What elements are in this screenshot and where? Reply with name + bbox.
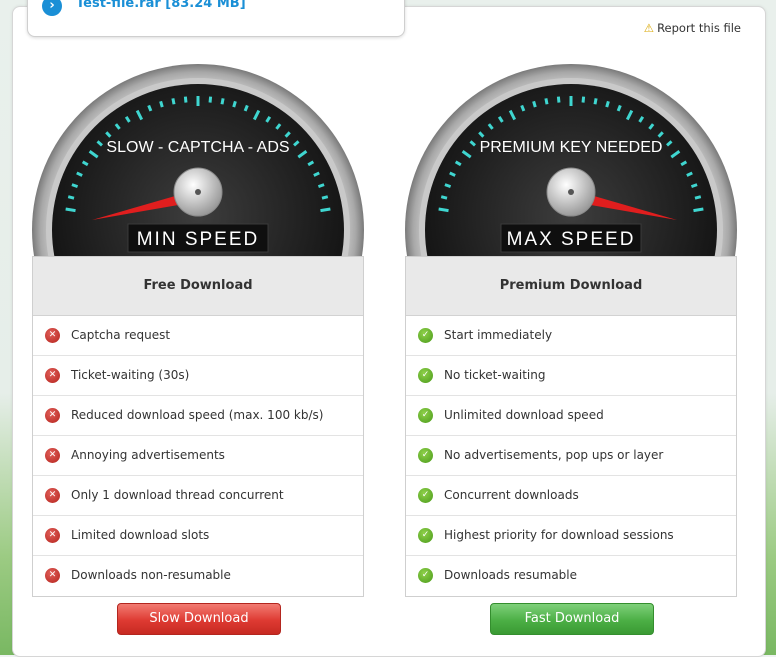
list-item: ✕ Limited download slots [33,516,363,556]
gauge-label: MIN SPEED [137,229,260,250]
gauge-tick [321,195,329,200]
check-circle-icon: ✓ [418,368,433,383]
gauge-caption: SLOW - CAPTCHA - ADS [106,139,289,156]
x-circle-icon: ✕ [45,448,60,463]
gauge-tick [693,207,704,213]
list-item: ✕ Ticket-waiting (30s) [33,356,363,396]
file-header: › Test-file.rar [83.24 MB] [27,0,405,37]
free-column: SLOW - CAPTCHA - ADS MIN SPEED Free Down… [32,0,364,655]
list-item: ✕ Annoying advertisements [33,436,363,476]
premium-download-title: Premium Download [406,257,736,316]
gauge-caption: PREMIUM KEY NEEDED [480,139,663,156]
gauge-tick [171,98,176,105]
x-circle-icon: ✕ [45,408,60,423]
gauge-tick [690,183,698,189]
x-circle-icon: ✕ [45,368,60,383]
gauge-tick [544,98,549,105]
list-item: ✓ Highest priority for download sessions [406,516,736,556]
free-download-title: Free Download [33,257,363,316]
gauge-tick [593,98,598,105]
gauge-tick [440,195,448,200]
gauge-tick [438,207,449,213]
gauge-tick [520,104,526,112]
x-circle-icon: ✕ [45,328,60,343]
gauge-tick [159,100,164,108]
list-item: ✕ Captcha request [33,316,363,356]
gauge-tick [243,104,249,112]
gauge-tick [616,104,622,112]
x-circle-icon: ✕ [45,568,60,583]
gauge-tick [581,96,586,103]
gauge-tick [183,96,188,103]
gauge-tick [444,183,452,189]
list-item: ✓ No advertisements, pop ups or layer [406,436,736,476]
check-circle-icon: ✓ [418,488,433,503]
gauge-tick [232,100,237,108]
gauge-tick [67,195,75,200]
gauge-tick [147,104,153,112]
x-circle-icon: ✕ [45,528,60,543]
max-speed-gauge: PREMIUM KEY NEEDED MAX SPEED [405,62,737,258]
gauge-tick [65,207,76,213]
free-features-table: Free Download ✕ Captcha request ✕ Ticket-w… [32,256,364,597]
list-item: ✓ No ticket-waiting [406,356,736,396]
slow-download-button[interactable]: Slow Download [117,603,281,635]
chevron-right-icon[interactable]: › [42,0,62,16]
list-item: ✓ Unlimited download speed [406,396,736,436]
gauge-tick [532,100,537,108]
min-speed-gauge: SLOW - CAPTCHA - ADS MIN SPEED [32,62,364,258]
report-file-label: Report this file [657,21,741,35]
gauge-tick [317,183,325,189]
gauge-tick [605,100,610,108]
check-circle-icon: ✓ [418,408,433,423]
gauge-tick [71,183,79,189]
gauge-tick [208,96,213,103]
check-circle-icon: ✓ [418,328,433,343]
check-circle-icon: ✓ [418,568,433,583]
gauge-tick [556,96,561,103]
list-item: ✓ Downloads resumable [406,556,736,595]
report-file-link[interactable]: ⚠ Report this file [644,21,741,35]
list-item: ✕ Reduced download speed (max. 100 kb/s) [33,396,363,436]
premium-column: PREMIUM KEY NEEDED MAX SPEED Premium Dow… [405,0,737,655]
fast-download-button[interactable]: Fast Download [490,603,654,635]
check-circle-icon: ✓ [418,448,433,463]
speedometer-icon: SLOW - CAPTCHA - ADS MIN SPEED [32,64,364,258]
list-item: ✓ Start immediately [406,316,736,356]
check-circle-icon: ✓ [418,528,433,543]
gauge-tick [694,195,702,200]
x-circle-icon: ✕ [45,488,60,503]
list-item: ✕ Only 1 download thread concurrent [33,476,363,516]
file-name: Test-file.rar [83.24 MB] [76,0,246,11]
warning-icon: ⚠ [643,21,655,35]
speedometer-icon: PREMIUM KEY NEEDED MAX SPEED [405,64,737,258]
gauge-tick [320,207,331,213]
premium-features-table: Premium Download ✓ Start immediately ✓ No … [405,256,737,597]
gauge-label: MAX SPEED [507,229,636,250]
list-item: ✓ Concurrent downloads [406,476,736,516]
gauge-tick [220,98,225,105]
list-item: ✕ Downloads non-resumable [33,556,363,595]
